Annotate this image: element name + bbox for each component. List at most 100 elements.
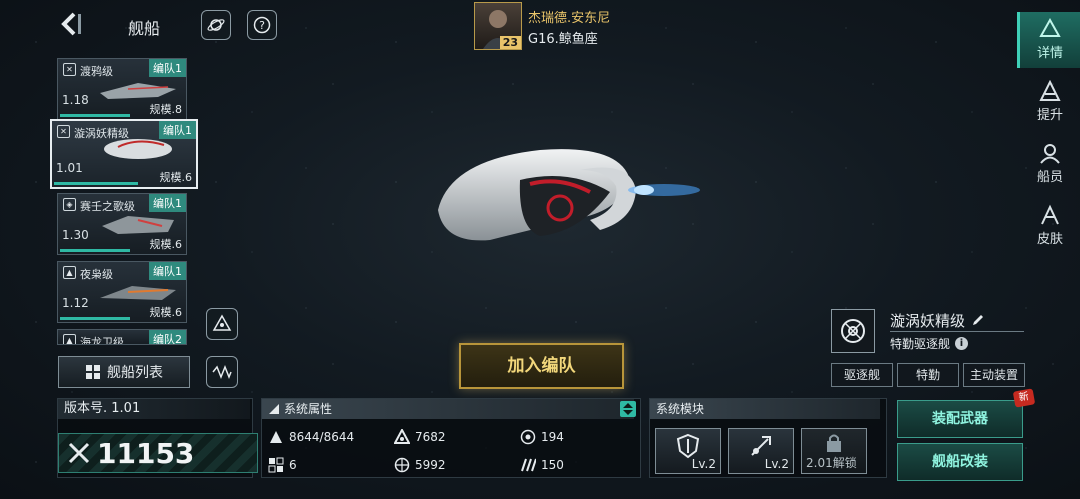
- commander-avatar[interactable]: 23: [474, 2, 522, 50]
- skin-icon: [1041, 204, 1059, 225]
- stat-shield-value: 194: [541, 430, 564, 444]
- attributes-header: 系统属性: [262, 399, 634, 419]
- equip-weapon-button[interactable]: 装配武器: [897, 400, 1023, 438]
- planet-button[interactable]: [201, 10, 231, 40]
- ship-card-2[interactable]: ◈ 赛壬之歌级 编队1 1.30 规模.6: [57, 193, 187, 255]
- version-label: 版本号. 1.01: [58, 399, 250, 419]
- ship-thumbnail: [100, 286, 176, 300]
- ship-list-label: 舰船列表: [107, 365, 163, 381]
- stat-armor: 7682: [394, 429, 446, 445]
- ship-card-3[interactable]: ▲ 夜枭级 编队1 1.12 规模.6: [57, 261, 187, 323]
- ship-progress-bar: [60, 317, 130, 320]
- svg-text:?: ?: [259, 19, 265, 32]
- modules-header: 系统模块: [650, 399, 880, 419]
- ship-card-1[interactable]: ✕ 漩涡妖精级 编队1 1.01 规模.6: [50, 119, 198, 189]
- nav-upgrade[interactable]: 提升: [1020, 74, 1080, 130]
- equip-weapon-label: 装配武器: [932, 411, 988, 427]
- wave-icon: [212, 364, 232, 380]
- ship-version: 1.12: [62, 296, 89, 310]
- ship-scale: 规模.6: [149, 306, 183, 319]
- main-ship: [438, 149, 700, 241]
- ship-modify-button[interactable]: 舰船改装: [897, 443, 1023, 481]
- stat-hull-value: 8644/8644: [289, 430, 355, 444]
- nav-detail[interactable]: 详情: [1017, 12, 1080, 68]
- help-icon: ?: [253, 16, 271, 34]
- edit-pencil-icon[interactable]: [971, 313, 985, 327]
- commander-level: 23: [499, 36, 521, 49]
- stat-grid-value: 6: [289, 458, 297, 472]
- join-fleet-label: 加入编队: [507, 356, 576, 376]
- ship-name-row: 漩涡妖精级: [890, 309, 1024, 332]
- back-arrow-icon: [61, 12, 81, 36]
- new-badge: 新: [1012, 388, 1036, 408]
- speed-icon: [521, 458, 536, 472]
- ship-name: 海龙卫级: [80, 336, 124, 345]
- nav-skin-label: 皮肤: [1036, 232, 1063, 247]
- ship-class-icon: ▲: [63, 334, 76, 344]
- ship-class-icon: ✕: [57, 125, 70, 138]
- module-defense[interactable]: Lv.2: [655, 428, 721, 474]
- hull-icon: [270, 431, 282, 443]
- ship-scale: 规模.6: [159, 171, 193, 184]
- ship-version: 1.30: [62, 228, 89, 242]
- ship-info-class: 特勤驱逐舰: [890, 337, 951, 351]
- stat-armor-value: 7682: [415, 430, 446, 444]
- ship-scale: 规模.8: [149, 103, 183, 116]
- attributes-title: 系统属性: [284, 402, 333, 416]
- nav-crew[interactable]: 船员: [1020, 136, 1080, 192]
- formation-icon: [212, 314, 232, 331]
- join-fleet-button[interactable]: 加入编队: [459, 343, 624, 389]
- stat-target-value: 5992: [415, 458, 446, 472]
- ship-class-row: 特勤驱逐舰 i: [890, 335, 969, 352]
- sort-toggle-icon: [623, 403, 633, 415]
- page-title: 舰船: [128, 19, 161, 38]
- defense-module-icon: [676, 433, 700, 459]
- fleet-formation-button[interactable]: [206, 308, 238, 340]
- ship-thumbnail: [100, 83, 176, 99]
- stat-speed-value: 150: [541, 458, 564, 472]
- module-locked-label: 2.01解锁: [806, 456, 857, 470]
- ship-info-name: 漩涡妖精级: [890, 311, 966, 330]
- module-attack[interactable]: Lv.2: [728, 428, 794, 474]
- ship-card-0[interactable]: ✕ 渡鸦级 编队1 1.18 规模.8: [57, 58, 187, 120]
- stat-shield: 194: [520, 429, 564, 445]
- shield-icon: [520, 429, 536, 445]
- ship-progress-bar: [60, 114, 130, 117]
- tag-chip-1: 特勤: [897, 363, 959, 387]
- back-button[interactable]: [58, 10, 84, 38]
- grid-list-icon: [86, 365, 100, 379]
- tag-chip-2: 主动装置: [963, 363, 1025, 387]
- wave-button[interactable]: [206, 356, 238, 388]
- attribute-header-icon: [269, 404, 279, 414]
- new-badge-label: 新: [1018, 391, 1030, 404]
- ship-card-4[interactable]: ▲ 海龙卫级 编队2: [57, 329, 187, 345]
- crossed-swords-icon: [68, 442, 90, 464]
- commander-location: G16.鲸鱼座: [528, 32, 598, 47]
- target-icon: [394, 457, 410, 473]
- armor-icon: [394, 429, 410, 444]
- nav-skin[interactable]: 皮肤: [1020, 198, 1080, 254]
- ship-version: 1.01: [56, 161, 83, 175]
- ship-thumbnail: [102, 216, 174, 234]
- ship-class-icon: ◈: [63, 198, 76, 211]
- module-attack-level: Lv.2: [764, 457, 789, 471]
- planet-icon: [207, 19, 225, 31]
- stat-hull: 8644/8644: [268, 429, 354, 445]
- info-icon[interactable]: i: [955, 337, 969, 350]
- lock-icon: [827, 434, 841, 452]
- detail-icon: [1039, 18, 1061, 37]
- ship-class-icon: ✕: [63, 63, 76, 76]
- ship-progress-bar: [60, 249, 130, 252]
- ship-class-icon: ▲: [63, 266, 76, 279]
- nav-upgrade-label: 提升: [1036, 108, 1063, 123]
- ship-list-button[interactable]: 舰船列表: [58, 356, 190, 388]
- stat-target: 5992: [394, 457, 446, 473]
- ship-class-badge: [831, 309, 875, 353]
- upgrade-icon: [1039, 80, 1061, 101]
- ship-scale: 规模.6: [149, 238, 183, 251]
- power-box: 11153: [58, 433, 258, 473]
- help-button[interactable]: ?: [247, 10, 277, 40]
- attributes-toggle[interactable]: [620, 401, 636, 417]
- module-locked[interactable]: 2.01解锁: [801, 428, 867, 474]
- stat-speed: 150: [520, 457, 564, 473]
